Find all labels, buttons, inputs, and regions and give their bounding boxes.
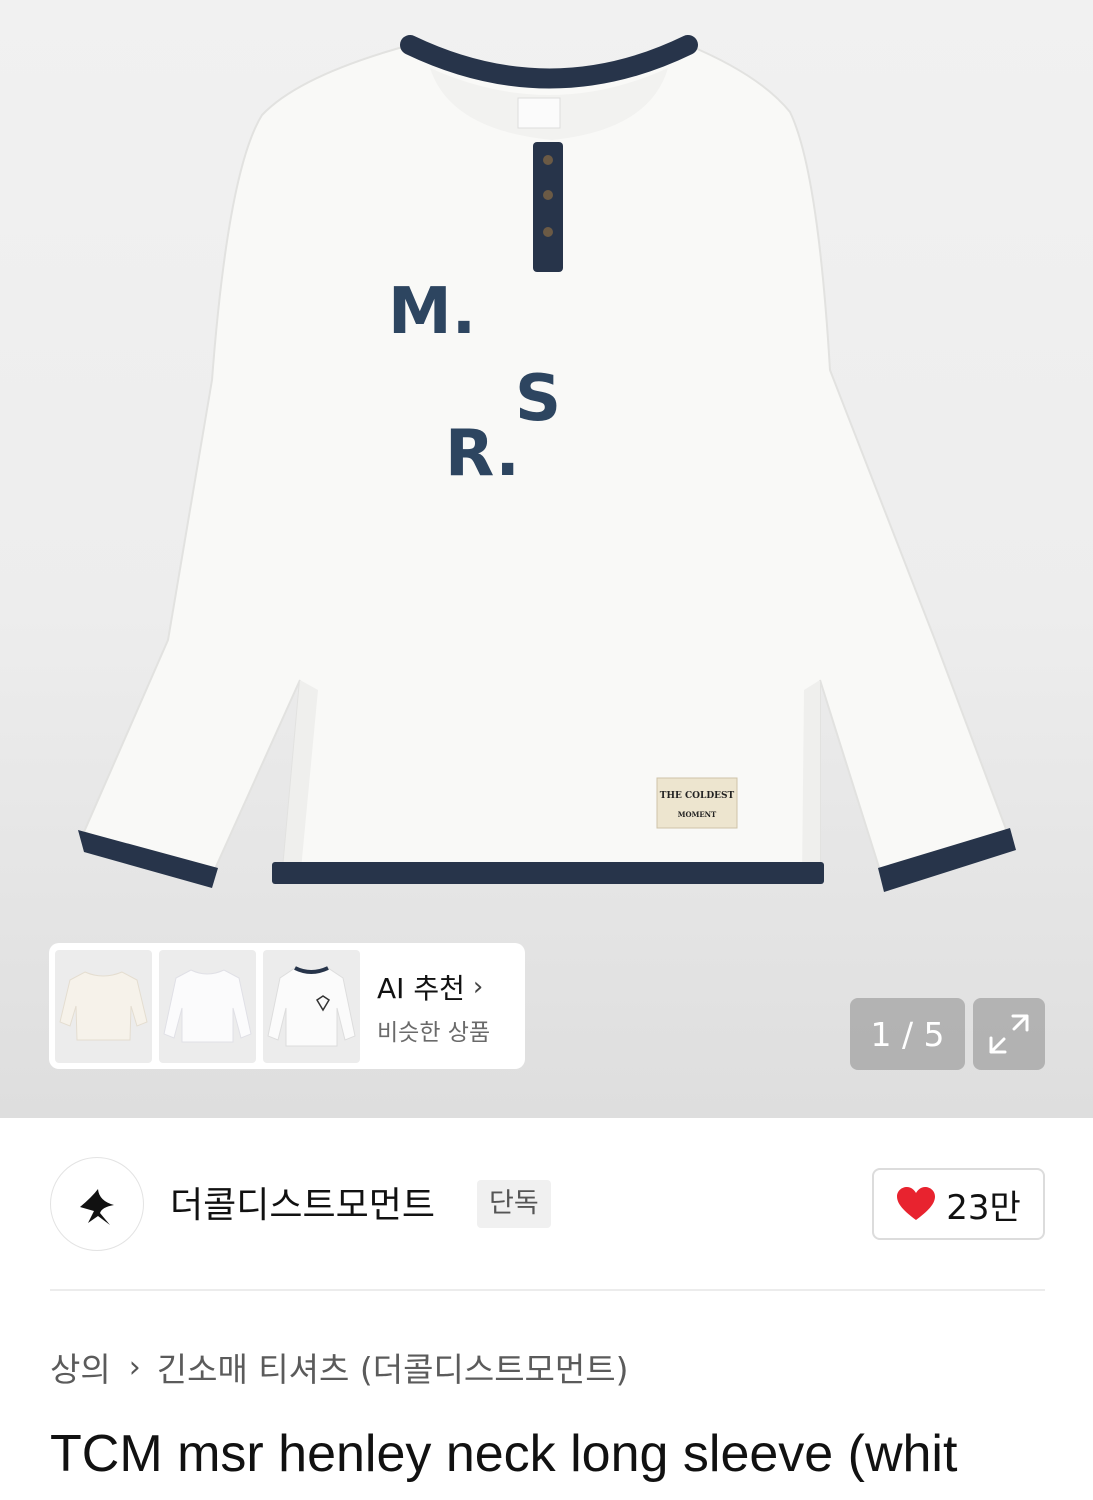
breadcrumb: 상의 › 긴소매 티셔츠 (더콜디스트모먼트) (50, 1342, 629, 1392)
ai-recommend-title[interactable]: AI 추천 › (377, 967, 483, 1007)
brand-bird-icon (80, 1189, 114, 1225)
print-letter-m: M. (388, 275, 476, 349)
print-letter-s: S (515, 362, 561, 436)
thumbnail-2[interactable] (159, 950, 256, 1063)
like-count: 23만 (946, 1187, 1021, 1228)
hem-trim (272, 862, 824, 884)
svg-text:MOMENT: MOMENT (678, 810, 717, 819)
image-counter: 1 / 5 (850, 998, 965, 1070)
divider (50, 1289, 1045, 1291)
svg-text:THE COLDEST: THE COLDEST (660, 791, 735, 801)
chevron-right-icon: › (128, 1349, 141, 1385)
ai-recommend-subtitle: 비슷한 상품 (377, 1020, 491, 1046)
heart-icon (897, 1187, 936, 1220)
breadcrumb-subcategory[interactable]: 긴소매 티셔츠 (더콜디스트모먼트) (157, 1343, 629, 1391)
expand-icon (989, 1014, 1029, 1054)
expand-image-button[interactable] (973, 998, 1045, 1070)
like-button[interactable]: 23만 (872, 1168, 1045, 1240)
exclusive-badge: 단독 (477, 1180, 551, 1228)
breadcrumb-category[interactable]: 상의 (50, 1343, 111, 1391)
ai-recommendation-card[interactable]: AI 추천 › 비슷한 상품 (49, 943, 525, 1069)
brand-name[interactable]: 더콜디스트모먼트 (170, 1176, 435, 1228)
thumbnail-3[interactable] (263, 950, 360, 1063)
brand-logo[interactable] (50, 1157, 144, 1251)
brand-label (656, 777, 738, 829)
thumbnail-1[interactable] (55, 950, 152, 1063)
product-title: TCM msr henley neck long sleeve (whit (50, 1425, 958, 1483)
product-image-gallery[interactable]: M. S R. THE COLDEST MOMENT AI 추천 › 비슷한 상… (0, 0, 1093, 1118)
chevron-right-icon: › (472, 972, 484, 1002)
print-letter-r: R. (445, 417, 520, 491)
